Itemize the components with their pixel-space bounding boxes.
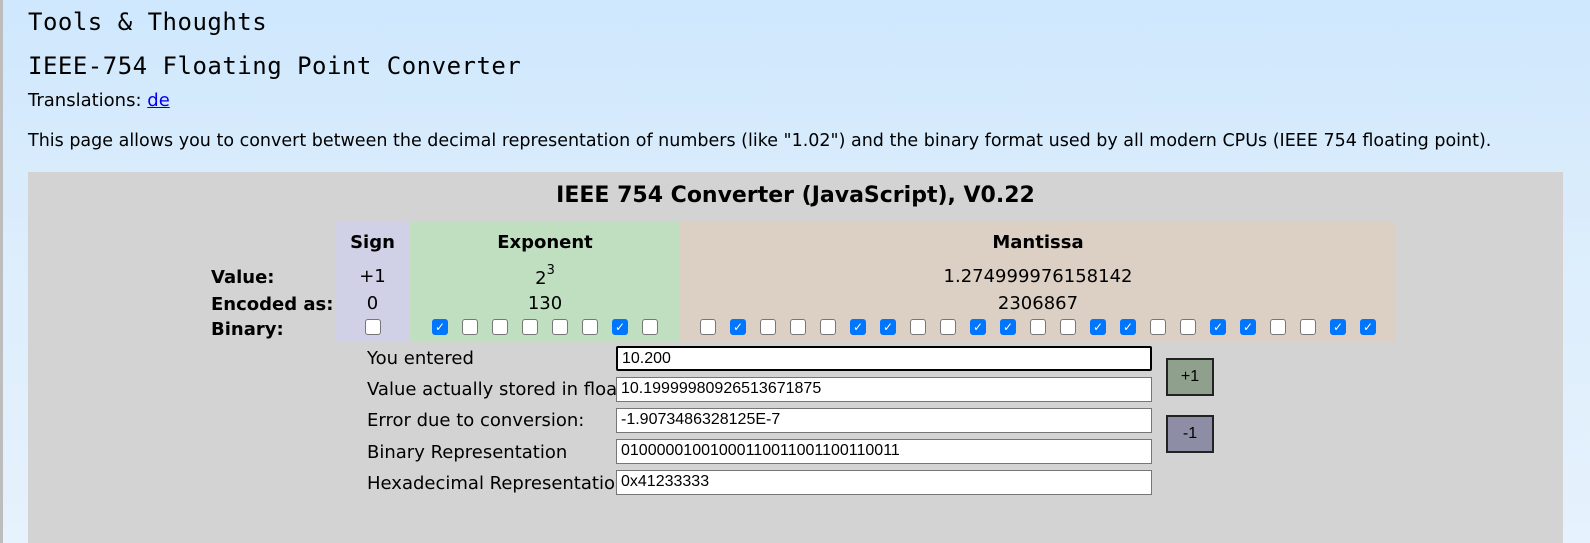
row-label-value: Value: <box>211 267 275 288</box>
exponent-encoded: 130 <box>527 293 563 314</box>
row-label-encoded: Encoded as: <box>211 294 334 315</box>
page-title: IEEE-754 Floating Point Converter <box>28 52 522 80</box>
exponent-bit-checkbox[interactable]: ✓ <box>432 319 448 335</box>
entered-input[interactable]: 10.200 <box>616 346 1152 371</box>
mantissa-bit-checkbox[interactable]: ✓ <box>1000 319 1016 335</box>
mantissa-bit-checkbox[interactable] <box>1300 319 1316 335</box>
translation-link-de[interactable]: de <box>147 90 170 111</box>
sign-bits <box>335 319 410 335</box>
mantissa-value: 1.274999976158142 <box>943 266 1133 287</box>
exponent-header: Exponent <box>497 232 593 253</box>
converter-panel: IEEE 754 Converter (JavaScript), V0.22 V… <box>28 172 1563 543</box>
sign-bit-checkbox[interactable] <box>364 319 381 335</box>
mantissa-column: Mantissa 1.274999976158142 2306867 ✓ ✓ ✓ ✓ ✓… <box>680 222 1396 342</box>
mantissa-bit-checkbox[interactable] <box>940 319 956 335</box>
binary-field[interactable]: 01000001001000110011001100110011 <box>616 439 1152 464</box>
error-field[interactable]: -1.9073486328125E-7 <box>616 408 1152 433</box>
exponent-value: 23 <box>410 263 680 289</box>
exponent-bit-checkbox[interactable] <box>462 319 478 335</box>
mantissa-bit-checkbox[interactable]: ✓ <box>1240 319 1256 335</box>
exponent-bit-checkbox[interactable] <box>582 319 598 335</box>
mantissa-bit-checkbox[interactable] <box>700 319 716 335</box>
exponent-bit-checkbox[interactable]: ✓ <box>612 319 628 335</box>
site-title[interactable]: Tools & Thoughts <box>28 8 267 36</box>
mantissa-bit-checkbox[interactable] <box>1270 319 1286 335</box>
mantissa-bit-checkbox[interactable]: ✓ <box>880 319 896 335</box>
sign-encoded: 0 <box>366 293 379 314</box>
mantissa-bit-checkbox[interactable]: ✓ <box>730 319 746 335</box>
converter-title: IEEE 754 Converter (JavaScript), V0.22 <box>556 183 1035 208</box>
sign-value: +1 <box>359 266 386 287</box>
exponent-bit-checkbox[interactable] <box>492 319 508 335</box>
decrement-button[interactable]: -1 <box>1166 415 1214 453</box>
increment-button[interactable]: +1 <box>1166 358 1214 396</box>
mantissa-bit-checkbox[interactable] <box>790 319 806 335</box>
translations-line: Translations: de <box>28 90 170 111</box>
hex-label: Hexadecimal Representation <box>367 473 627 494</box>
mantissa-bit-checkbox[interactable] <box>1030 319 1046 335</box>
binary-label: Binary Representation <box>367 442 568 463</box>
exponent-base: 2 <box>535 268 547 289</box>
mantissa-bit-checkbox[interactable]: ✓ <box>1120 319 1136 335</box>
mantissa-bits: ✓ ✓ ✓ ✓ ✓ ✓ ✓ ✓ ✓ ✓ ✓ <box>680 319 1396 335</box>
mantissa-bit-checkbox[interactable] <box>820 319 836 335</box>
mantissa-bit-checkbox[interactable] <box>1150 319 1166 335</box>
translations-label: Translations: <box>28 90 142 111</box>
mantissa-bit-checkbox[interactable]: ✓ <box>970 319 986 335</box>
entered-label: You entered <box>367 348 474 369</box>
exponent-bit-checkbox[interactable] <box>552 319 568 335</box>
mantissa-bit-checkbox[interactable] <box>1180 319 1196 335</box>
mantissa-bit-checkbox[interactable]: ✓ <box>1090 319 1106 335</box>
mantissa-bit-checkbox[interactable] <box>1060 319 1076 335</box>
sign-header: Sign <box>350 232 395 253</box>
exponent-power: 3 <box>546 263 555 278</box>
hex-field[interactable]: 0x41233333 <box>616 470 1152 495</box>
exponent-bit-checkbox[interactable] <box>522 319 538 335</box>
exponent-bits: ✓ ✓ <box>410 319 680 335</box>
mantissa-bit-checkbox[interactable] <box>760 319 776 335</box>
error-label: Error due to conversion: <box>367 410 585 431</box>
mantissa-bit-checkbox[interactable]: ✓ <box>1210 319 1226 335</box>
mantissa-encoded: 2306867 <box>997 293 1079 314</box>
stored-value-field[interactable]: 10.19999980926513671875 <box>616 377 1152 402</box>
window-left-border <box>0 0 3 543</box>
intro-text: This page allows you to convert between … <box>28 131 1492 151</box>
row-label-binary: Binary: <box>211 319 284 340</box>
exponent-column: Exponent 23 130 ✓ ✓ <box>410 222 680 342</box>
exponent-bit-checkbox[interactable] <box>642 319 658 335</box>
sign-column: Sign +1 0 <box>335 222 410 342</box>
mantissa-bit-checkbox[interactable]: ✓ <box>850 319 866 335</box>
mantissa-bit-checkbox[interactable]: ✓ <box>1330 319 1346 335</box>
mantissa-header: Mantissa <box>992 232 1084 253</box>
mantissa-bit-checkbox[interactable] <box>910 319 926 335</box>
mantissa-bit-checkbox[interactable]: ✓ <box>1360 319 1376 335</box>
stored-label: Value actually stored in float: <box>367 379 631 400</box>
